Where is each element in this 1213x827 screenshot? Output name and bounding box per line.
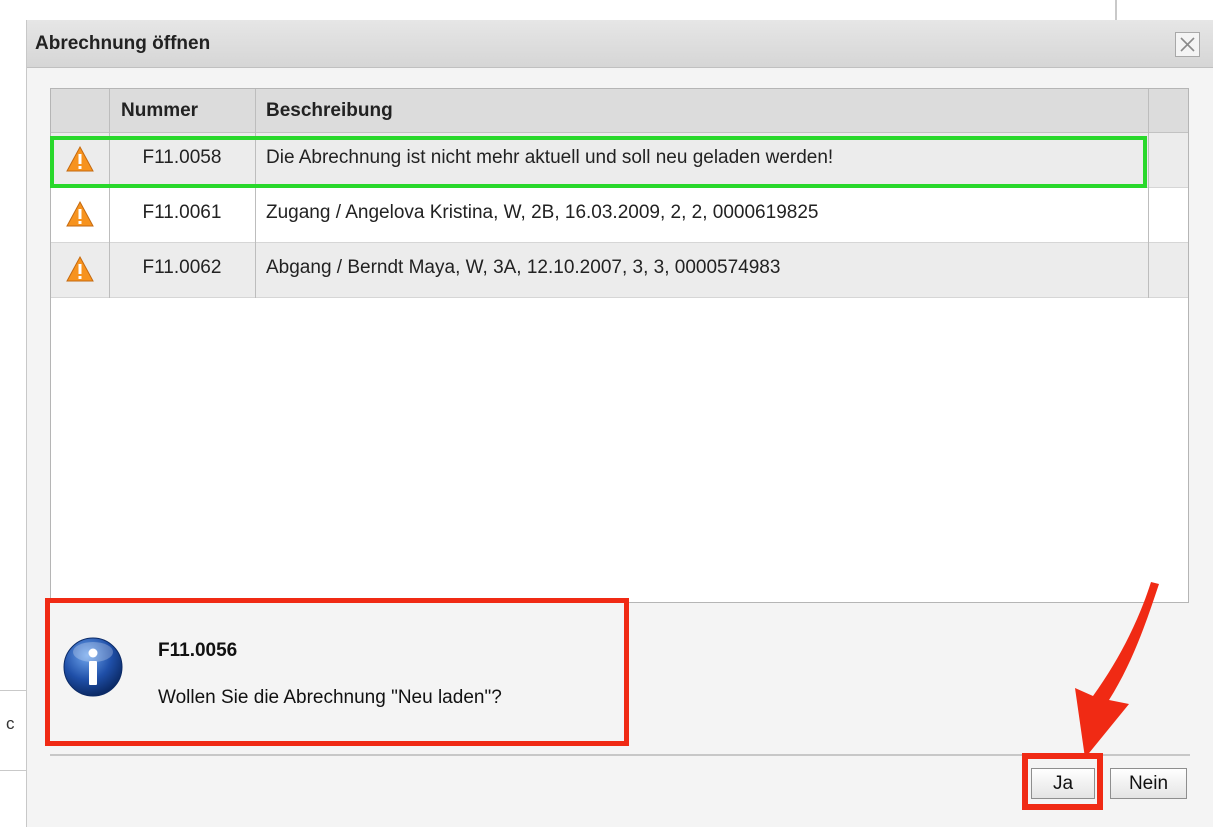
column-divider	[255, 89, 256, 298]
cell-beschreibung: Zugang / Angelova Kristina, W, 2B, 16.03…	[266, 202, 819, 223]
column-header-beschreibung[interactable]: Beschreibung	[266, 89, 393, 132]
info-icon	[63, 637, 123, 697]
background-line	[0, 690, 26, 691]
table-header: Nummer Beschreibung	[51, 89, 1188, 133]
cell-nummer: F11.0062	[142, 257, 222, 278]
cell-nummer: F11.0058	[142, 147, 222, 168]
abrechnung-dialog: Abrechnung öffnen Nummer Beschreibung F1…	[26, 20, 1213, 827]
background-line	[0, 770, 26, 771]
ja-button[interactable]: Ja	[1031, 768, 1095, 799]
cell-beschreibung: Die Abrechnung ist nicht mehr aktuell un…	[266, 147, 834, 168]
table-row[interactable]: F11.0058 Die Abrechnung ist nicht mehr a…	[51, 133, 1188, 188]
dialog-titlebar: Abrechnung öffnen	[27, 20, 1213, 68]
info-message: Wollen Sie die Abrechnung "Neu laden"?	[158, 687, 502, 708]
close-x-icon	[1180, 37, 1195, 52]
table-row[interactable]: F11.0062 Abgang / Berndt Maya, W, 3A, 12…	[51, 243, 1188, 298]
warning-icon	[66, 145, 94, 172]
column-divider	[1148, 89, 1149, 298]
column-divider	[109, 89, 110, 298]
cell-nummer: F11.0061	[142, 202, 222, 223]
dialog-title: Abrechnung öffnen	[35, 33, 211, 54]
messages-table: Nummer Beschreibung F11.0058 Die Abrechn…	[50, 88, 1189, 603]
warning-icon	[66, 200, 94, 227]
close-button[interactable]	[1175, 32, 1200, 57]
cell-beschreibung: Abgang / Berndt Maya, W, 3A, 12.10.2007,…	[266, 257, 781, 278]
column-header-nummer[interactable]: Nummer	[121, 89, 198, 132]
info-code: F11.0056	[158, 640, 238, 661]
table-row[interactable]: F11.0061 Zugang / Angelova Kristina, W, …	[51, 188, 1188, 243]
background-text: c	[6, 714, 15, 733]
footer-divider	[50, 754, 1190, 756]
warning-icon	[66, 255, 94, 282]
column-header-icon	[51, 89, 109, 132]
info-message-box: F11.0056 Wollen Sie die Abrechnung "Neu …	[45, 598, 629, 746]
red-arrow-annotation	[1075, 582, 1159, 758]
nein-button[interactable]: Nein	[1110, 768, 1187, 799]
